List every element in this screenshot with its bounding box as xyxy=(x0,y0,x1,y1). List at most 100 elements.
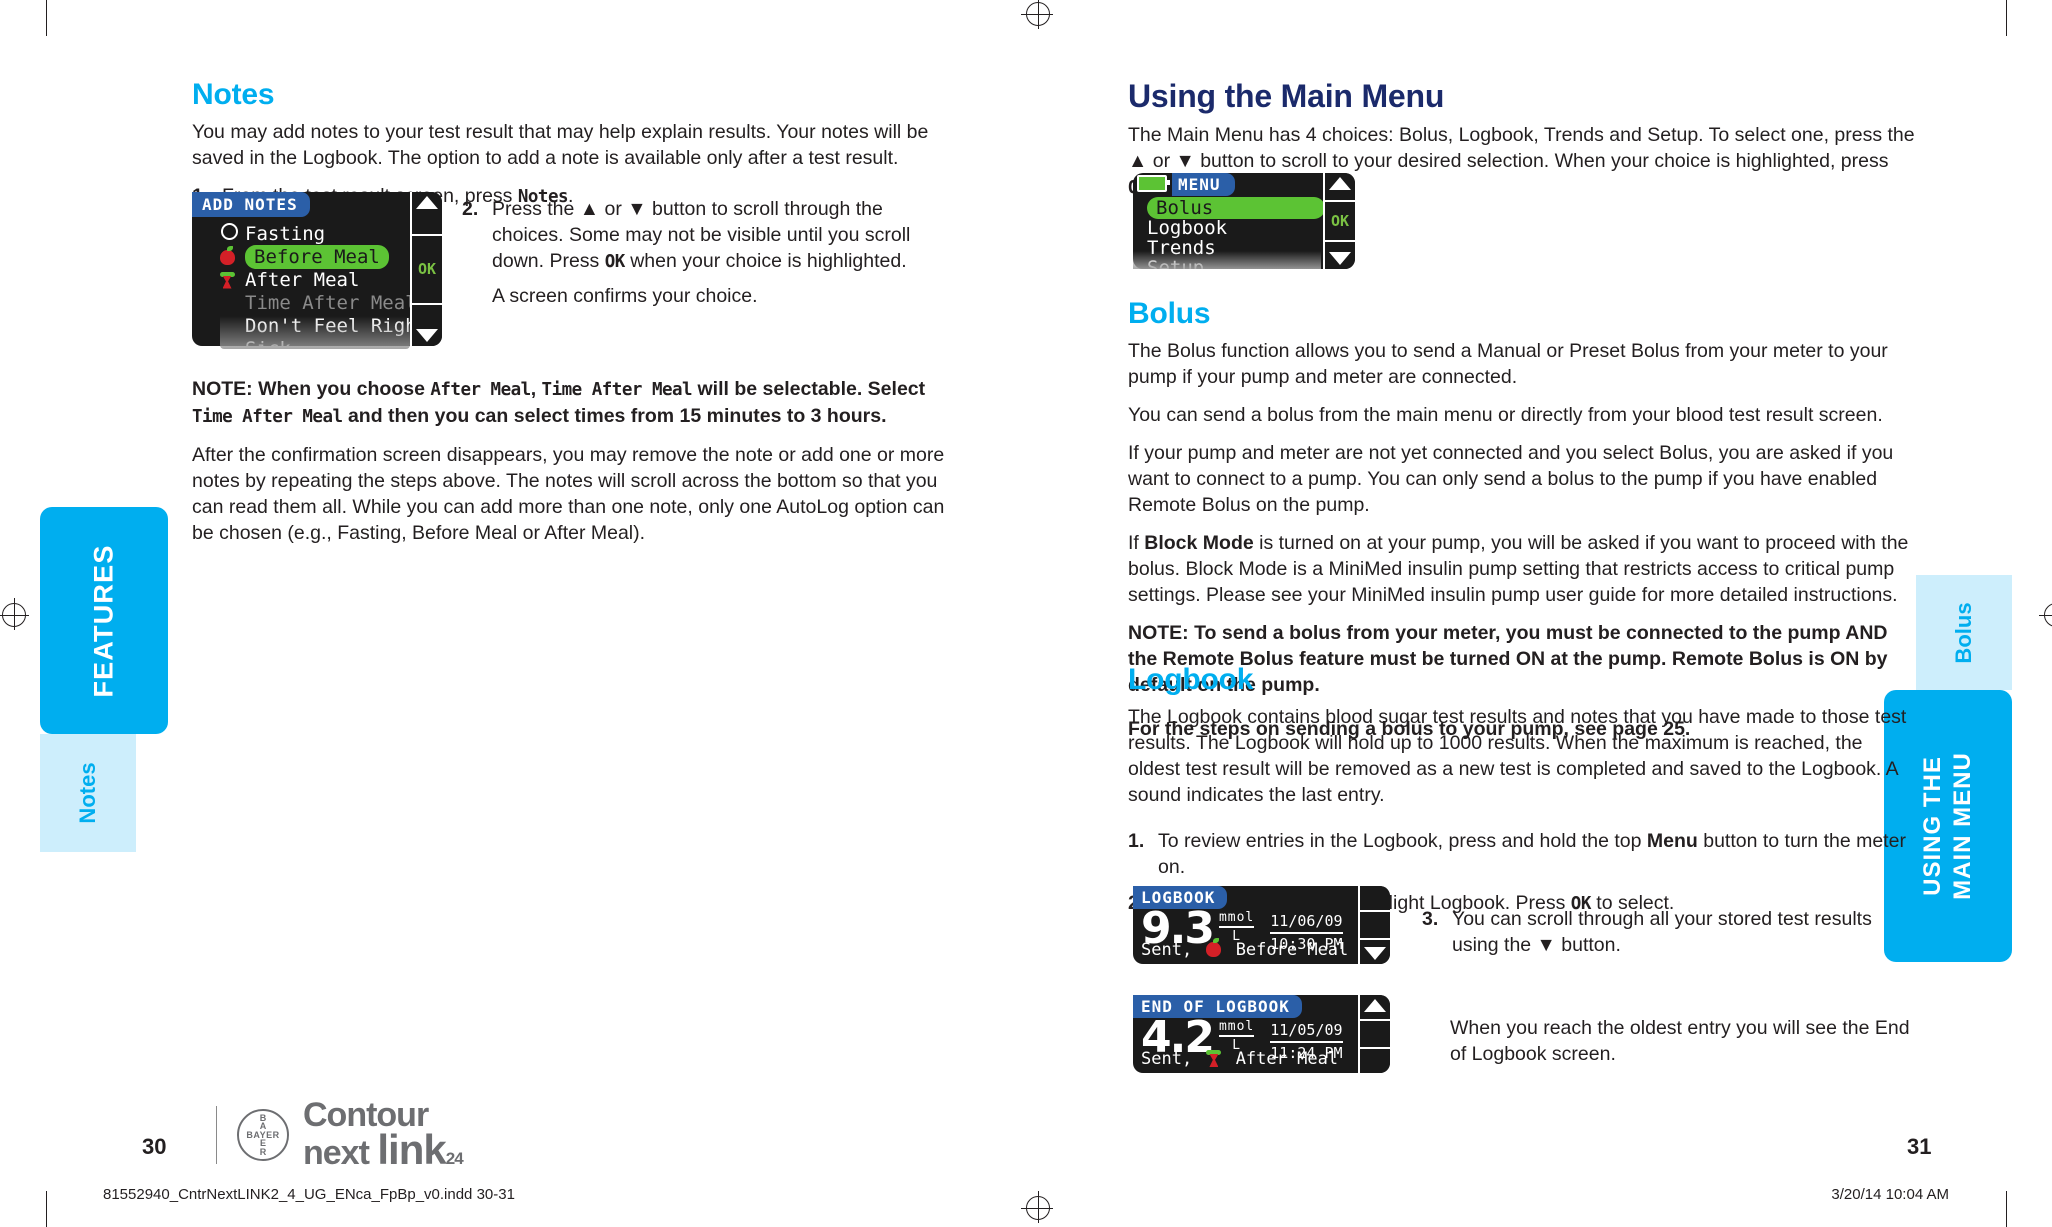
button-separator-bottom xyxy=(1325,240,1355,242)
crop-mark-tl-v xyxy=(46,0,47,36)
file-meta-text: 81552940_CntrNextLINK2_4_UG_ENca_FpBp_v0… xyxy=(103,1186,515,1203)
notes-note-mid-2: will be selectable. Select xyxy=(692,378,926,400)
add-notes-item-before-meal[interactable]: Before Meal xyxy=(192,244,410,269)
page-spread: FEATURES Notes Bolus USING THE MAIN MENU… xyxy=(0,0,2052,1227)
side-tab-notes[interactable]: Notes xyxy=(40,734,136,852)
side-tab-using-the-main-menu-label: USING THE MAIN MENU xyxy=(1919,752,1976,900)
bolus-paragraph-3: If your pump and meter are not yet conne… xyxy=(1128,442,1894,516)
end-of-logbook-date: 11/05/09 xyxy=(1270,1021,1343,1039)
brand-logo: BAYER B A Y E R Contour next link24 xyxy=(196,1098,464,1173)
notes-step-2-line2: when your choice is highlighted. xyxy=(624,250,907,272)
side-tab-features-label: FEATURES xyxy=(88,543,119,698)
notes-heading: Notes xyxy=(192,78,275,111)
add-notes-item-fasting[interactable]: Fasting xyxy=(192,222,410,245)
crop-mark-bl-v xyxy=(46,1191,47,1227)
end-of-logbook-explanation: When you reach the oldest entry you will… xyxy=(1450,1015,1920,1079)
bolus-paragraph-4: If Block Mode is turned on at your pump,… xyxy=(1128,530,1918,608)
logbook-paragraph-1: The Logbook contains blood sugar test re… xyxy=(1128,706,1907,806)
date-meta-text: 3/20/14 10:04 AM xyxy=(1831,1186,1949,1203)
main-menu-button-column: OK xyxy=(1323,173,1355,269)
logo-divider xyxy=(216,1105,217,1164)
apple-icon xyxy=(218,245,236,268)
main-menu-titlebar: MENU xyxy=(1133,173,1235,196)
main-menu-scroll-fade xyxy=(1133,251,1321,269)
add-notes-scroll-fade xyxy=(220,302,410,349)
bolus-paragraph-2: You can send a bolus from the main menu … xyxy=(1128,404,1883,426)
notes-step-2-mono: OK xyxy=(604,252,626,272)
apple-core-icon xyxy=(1206,1050,1222,1067)
logbook-screen-footer: Sent, Before Meal xyxy=(1141,938,1348,960)
logbook-step-1-a: To review entries in the Logbook, press … xyxy=(1158,830,1647,852)
registration-mark-left xyxy=(0,598,29,630)
logbook-step-3-block: 3. You can scroll through all your store… xyxy=(1422,906,1922,968)
datetime-divider xyxy=(1270,932,1343,934)
end-of-logbook-footer-note: After Meal xyxy=(1235,1049,1339,1069)
crop-mark-br-v xyxy=(2006,1191,2007,1227)
logbook-step-1-bold: Menu xyxy=(1646,830,1698,852)
bolus-p4-a: If xyxy=(1128,532,1145,554)
apple-core-icon xyxy=(218,269,236,291)
end-of-logbook-meter-screen: END OF LOGBOOK 4.2 mmol L 11/05/09 11:24… xyxy=(1133,995,1390,1073)
unit-divider xyxy=(1218,926,1255,928)
end-of-logbook-unit-top: mmol xyxy=(1218,1019,1255,1034)
scroll-down-icon[interactable] xyxy=(1364,947,1386,960)
bayer-v-b: B xyxy=(259,1112,267,1123)
notes-note-mono-3: Time After Meal xyxy=(192,407,343,427)
side-tab-bolus-label: Bolus xyxy=(1951,601,1976,664)
right-page-number: 31 xyxy=(1907,1134,1932,1159)
registration-mark-bottom xyxy=(1021,1191,1053,1223)
logbook-step-3: 3. You can scroll through all your store… xyxy=(1422,906,1922,958)
ok-button[interactable]: OK xyxy=(1331,212,1349,230)
notes-note-mono-2: Time After Meal xyxy=(541,380,693,400)
notes-after-note-paragraph: After the confirmation screen disappears… xyxy=(192,444,945,544)
main-menu-title: MENU xyxy=(1172,173,1235,196)
scroll-up-icon[interactable] xyxy=(1364,999,1386,1012)
end-of-logbook-button-column xyxy=(1358,995,1390,1073)
button-separator-top xyxy=(412,233,442,236)
bayer-cross-logo-icon: BAYER B A Y E R xyxy=(237,1108,289,1161)
notes-note-suffix: and then you can select times from 15 mi… xyxy=(342,405,887,427)
notes-step-2-block: 2. Press the ▲ or ▼ button to scroll thr… xyxy=(462,196,942,319)
ok-button[interactable]: OK xyxy=(418,260,436,278)
crop-mark-tr-v xyxy=(2006,0,2007,36)
contour-next-link-wordmark: Contour next link24 xyxy=(303,1098,464,1173)
notes-intro-paragraph: You may add notes to your test result th… xyxy=(192,121,929,169)
logbook-step-1: 1. To review entries in the Logbook, pre… xyxy=(1128,828,1918,880)
scroll-down-icon[interactable] xyxy=(1329,252,1351,265)
add-notes-title: ADD NOTES xyxy=(192,192,310,217)
using-main-menu-intro-a: The Main Menu has 4 choices: Bolus, Logb… xyxy=(1128,124,1915,172)
main-menu-item-logbook-label: Logbook xyxy=(1147,217,1228,239)
add-notes-item-fasting-label: Fasting xyxy=(245,222,326,245)
notes-step-2-number: 2. xyxy=(462,198,479,220)
registration-mark-top xyxy=(1021,0,1053,29)
scroll-up-icon[interactable] xyxy=(416,196,438,209)
side-tab-features[interactable]: FEATURES xyxy=(40,507,168,734)
bayer-v-a: A xyxy=(259,1121,267,1132)
logbook-screen-footer-prefix: Sent, xyxy=(1141,940,1193,960)
scroll-up-icon[interactable] xyxy=(1329,177,1351,190)
add-notes-item-after-meal[interactable]: After Meal xyxy=(192,268,410,291)
main-menu-item-logbook[interactable]: Logbook xyxy=(1133,217,1321,239)
contour-wordmark-line2: next link24 xyxy=(303,1129,464,1173)
unit-divider xyxy=(1218,1035,1255,1037)
notes-note-block: NOTE: When you choose After Meal, Time A… xyxy=(192,376,952,558)
notes-note-mid-1: , xyxy=(530,378,542,400)
logbook-step-3-text: You can scroll through all your stored t… xyxy=(1452,908,1872,956)
using-main-menu-heading: Using the Main Menu xyxy=(1128,78,1445,114)
end-of-logbook-text: When you reach the oldest entry you will… xyxy=(1450,1017,1910,1065)
notes-note-paragraph: NOTE: When you choose After Meal, Time A… xyxy=(192,376,952,430)
button-separator-bottom xyxy=(412,302,442,305)
link-wordmark: link xyxy=(377,1126,446,1174)
main-menu-item-bolus[interactable]: Bolus xyxy=(1133,197,1325,219)
registration-mark-right xyxy=(2039,603,2052,627)
end-of-logbook-footer: Sent, After Meal xyxy=(1141,1049,1338,1069)
side-tab-notes-label: Notes xyxy=(75,762,100,824)
next-wordmark: next xyxy=(303,1134,370,1173)
end-of-logbook-unit: mmol L xyxy=(1218,1019,1255,1052)
add-notes-meter-screen: ADD NOTES Fasting Before Meal After Meal… xyxy=(192,192,442,360)
bolus-paragraph-1: The Bolus function allows you to send a … xyxy=(1128,340,1888,388)
scroll-down-icon[interactable] xyxy=(416,329,438,342)
button-separator-top xyxy=(1325,200,1355,202)
side-tab-bolus[interactable]: Bolus xyxy=(1916,575,2012,690)
button-separator-bottom xyxy=(1360,1047,1390,1050)
